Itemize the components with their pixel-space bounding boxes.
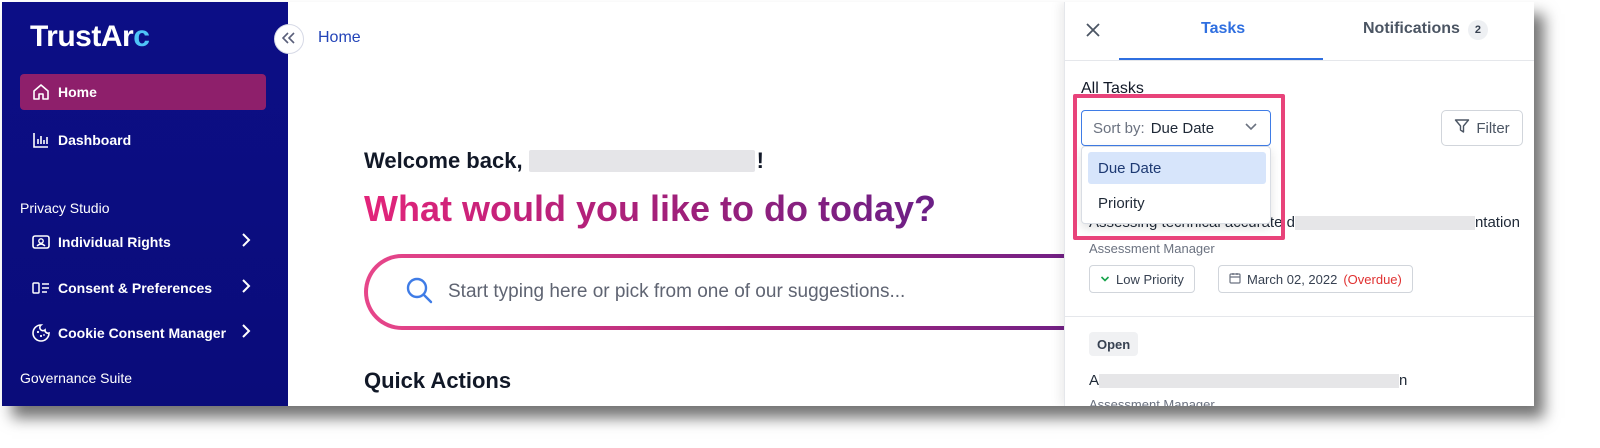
- sidebar-item-label: Consent & Preferences: [58, 280, 213, 296]
- task-role: Assessment Manager: [1089, 397, 1215, 406]
- panel-divider: [1065, 60, 1534, 61]
- filter-button[interactable]: Filter: [1441, 110, 1523, 146]
- sidebar-item-label: Individual Rights: [58, 234, 171, 250]
- sidebar-item-dashboard[interactable]: Dashboard: [20, 122, 266, 158]
- sidebar-item-label: Home: [58, 84, 97, 100]
- sidebar: TrustArc Home Dashboard Privacy Studio I…: [2, 2, 288, 406]
- sort-option-due-date[interactable]: Due Date: [1088, 152, 1266, 184]
- tasks-panel: Tasks Notifications 2 All Tasks Sort by: …: [1064, 2, 1534, 406]
- chevron-right-icon: [240, 278, 252, 297]
- section-privacy-studio: Privacy Studio: [20, 200, 110, 216]
- sidebar-item-label: Dashboard: [58, 132, 132, 148]
- double-chevron-left-icon: [281, 31, 296, 47]
- overdue-label: (Overdue): [1343, 271, 1402, 287]
- trustarc-logo[interactable]: TrustArc: [30, 20, 150, 54]
- calendar-icon: [1229, 272, 1241, 287]
- consent-list-icon: [30, 277, 52, 299]
- search-icon: [404, 275, 434, 310]
- sort-by-value: Due Date: [1150, 119, 1215, 137]
- due-date-badge: March 02, 2022 (Overdue): [1218, 265, 1413, 293]
- welcome-message: Welcome back, !: [364, 148, 764, 173]
- tab-tasks[interactable]: Tasks: [1201, 20, 1245, 38]
- id-card-icon: [30, 231, 52, 253]
- redacted-user-name: [528, 150, 755, 172]
- sidebar-item-label: Cookie Consent Manager: [58, 325, 227, 341]
- collapse-sidebar-button[interactable]: [274, 24, 304, 54]
- status-badge: Open: [1089, 332, 1139, 356]
- sidebar-item-individual-rights[interactable]: Individual Rights: [20, 224, 266, 260]
- task-title[interactable]: An: [1089, 372, 1407, 389]
- close-icon: [1085, 18, 1101, 43]
- section-governance-suite: Governance Suite: [20, 370, 133, 386]
- search-container: [368, 258, 1100, 326]
- quick-actions-heading: Quick Actions: [364, 368, 512, 393]
- sort-option-priority[interactable]: Priority: [1088, 187, 1266, 219]
- redacted-text: [1099, 374, 1400, 389]
- chevron-down-icon: [1244, 120, 1258, 138]
- home-icon: [30, 81, 52, 103]
- chevron-right-icon: [240, 232, 252, 251]
- tab-notifications[interactable]: Notifications 2: [1363, 20, 1488, 40]
- cookie-icon: [30, 322, 52, 344]
- page-headline: What would you like to do today?: [364, 188, 936, 229]
- sidebar-item-home[interactable]: Home: [20, 74, 266, 110]
- sidebar-item-consent-preferences[interactable]: Consent & Preferences: [20, 270, 266, 306]
- app-window: TrustArc Home Dashboard Privacy Studio I…: [2, 2, 1534, 406]
- priority-badge: Low Priority: [1089, 265, 1195, 293]
- search-input[interactable]: [448, 281, 1008, 303]
- sort-options-menu: Due Date Priority: [1081, 146, 1271, 224]
- sort-by-select[interactable]: Sort by: Due Date: [1081, 110, 1271, 146]
- notifications-count-badge: 2: [1467, 20, 1488, 40]
- chevron-down-icon: [1100, 272, 1110, 287]
- search-bar: [364, 254, 1104, 330]
- task-role: Assessment Manager: [1089, 241, 1215, 256]
- bar-chart-icon: [30, 129, 52, 151]
- chevron-right-icon: [240, 323, 252, 342]
- breadcrumb-home[interactable]: Home: [318, 29, 361, 47]
- filter-icon: [1454, 118, 1470, 138]
- sort-by-label: Sort by:: [1093, 119, 1145, 137]
- close-panel-button[interactable]: [1085, 18, 1101, 44]
- all-tasks-heading: All Tasks: [1081, 80, 1144, 97]
- redacted-text: [1294, 216, 1475, 231]
- task-divider: [1065, 316, 1534, 317]
- sidebar-item-cookie-consent-manager[interactable]: Cookie Consent Manager: [20, 315, 266, 351]
